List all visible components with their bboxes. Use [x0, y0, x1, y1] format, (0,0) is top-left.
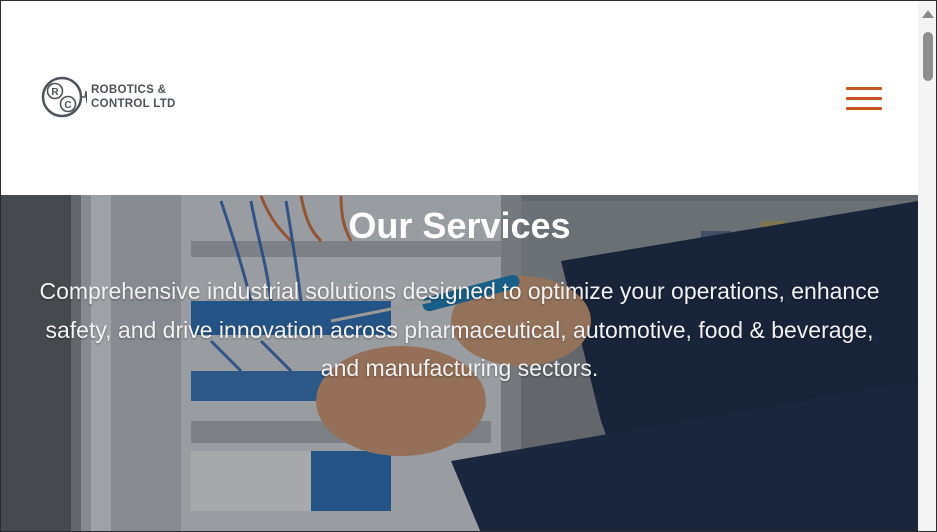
hamburger-menu-icon [846, 87, 882, 90]
svg-text:C: C [64, 100, 71, 111]
logo-line-1: ROBOTICS & [91, 84, 167, 96]
browser-viewport: Our Services Comprehensive industrial so… [0, 0, 937, 532]
scroll-up-arrow-icon[interactable] [922, 10, 934, 18]
site-header: R C ROBOTICS & CONTROL LTD [1, 1, 918, 195]
scrollbar-thumb[interactable] [923, 32, 933, 81]
hamburger-menu-icon-bar [846, 97, 882, 100]
vertical-scrollbar[interactable] [918, 1, 936, 531]
hamburger-menu-icon-bar [846, 107, 882, 110]
svg-text:R: R [51, 87, 59, 98]
hamburger-menu-button[interactable] [846, 87, 882, 111]
hero-title: Our Services [348, 205, 571, 247]
logo-line-2: CONTROL LTD [91, 98, 176, 110]
hero-description: Comprehensive industrial solutions desig… [39, 278, 880, 381]
site-logo[interactable]: R C ROBOTICS & CONTROL LTD [41, 73, 176, 121]
rc-logo-mark-icon: R C [41, 76, 87, 118]
logo-wordmark: ROBOTICS & CONTROL LTD [91, 83, 176, 111]
